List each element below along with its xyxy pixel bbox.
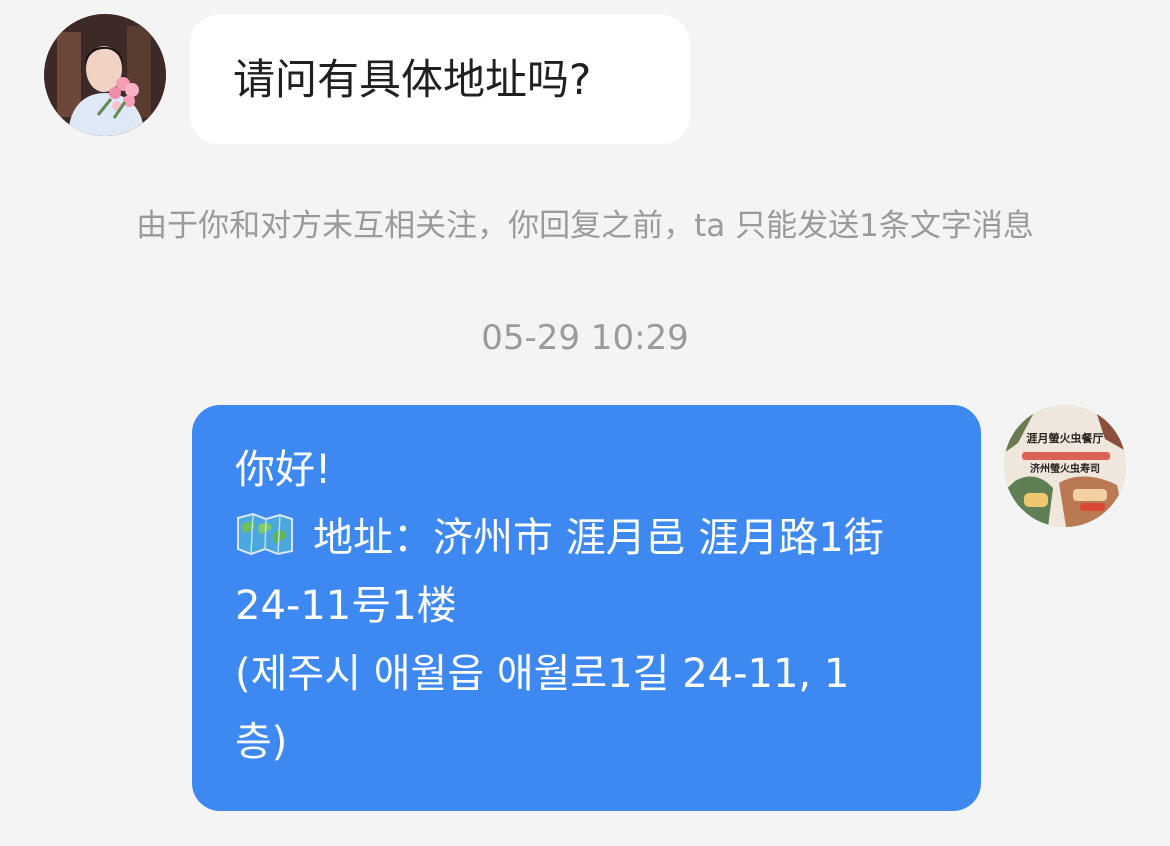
address-korean-line-1: (제주시 애월읍 애월로1길 24-11, 1 [235, 651, 850, 697]
outgoing-message-bubble[interactable]: 你好! 地址：济州市 涯月邑 涯月路1街 24-11号1楼 (제주시 애월읍 애… [192, 405, 981, 811]
user-avatar[interactable]: 涯月螢火虫餐厅 济州螢火虫寿司 [1004, 405, 1126, 527]
message-greeting: 你好! [235, 447, 332, 493]
message-timestamp: 05-29 10:29 [481, 318, 689, 358]
address-korean-line-2: 층) [235, 719, 288, 765]
follow-status-notice: 由于你和对方未互相关注，你回复之前，ta 只能发送1条文字消息 [136, 208, 1034, 244]
world-map-icon [235, 512, 295, 556]
address-line: 地址：济州市 涯月邑 涯月路1街 [235, 504, 937, 572]
incoming-message-bubble[interactable]: 请问有具体地址吗? [190, 15, 690, 144]
contact-avatar[interactable] [44, 14, 166, 136]
address-chinese-line-1: 地址：济州市 涯月邑 涯月路1街 [313, 515, 884, 561]
avatar-restaurant-name-2: 济州螢火虫寿司 [1030, 462, 1100, 475]
incoming-message-text: 请问有具体地址吗? [233, 55, 592, 104]
address-chinese-line-2: 24-11号1楼 [235, 583, 457, 629]
chat-thread: 请问有具体地址吗? 由于你和对方未互相关注，你回复之前，ta 只能发送1条文字消… [0, 0, 1170, 846]
avatar-restaurant-name-1: 涯月螢火虫餐厅 [1027, 431, 1104, 445]
